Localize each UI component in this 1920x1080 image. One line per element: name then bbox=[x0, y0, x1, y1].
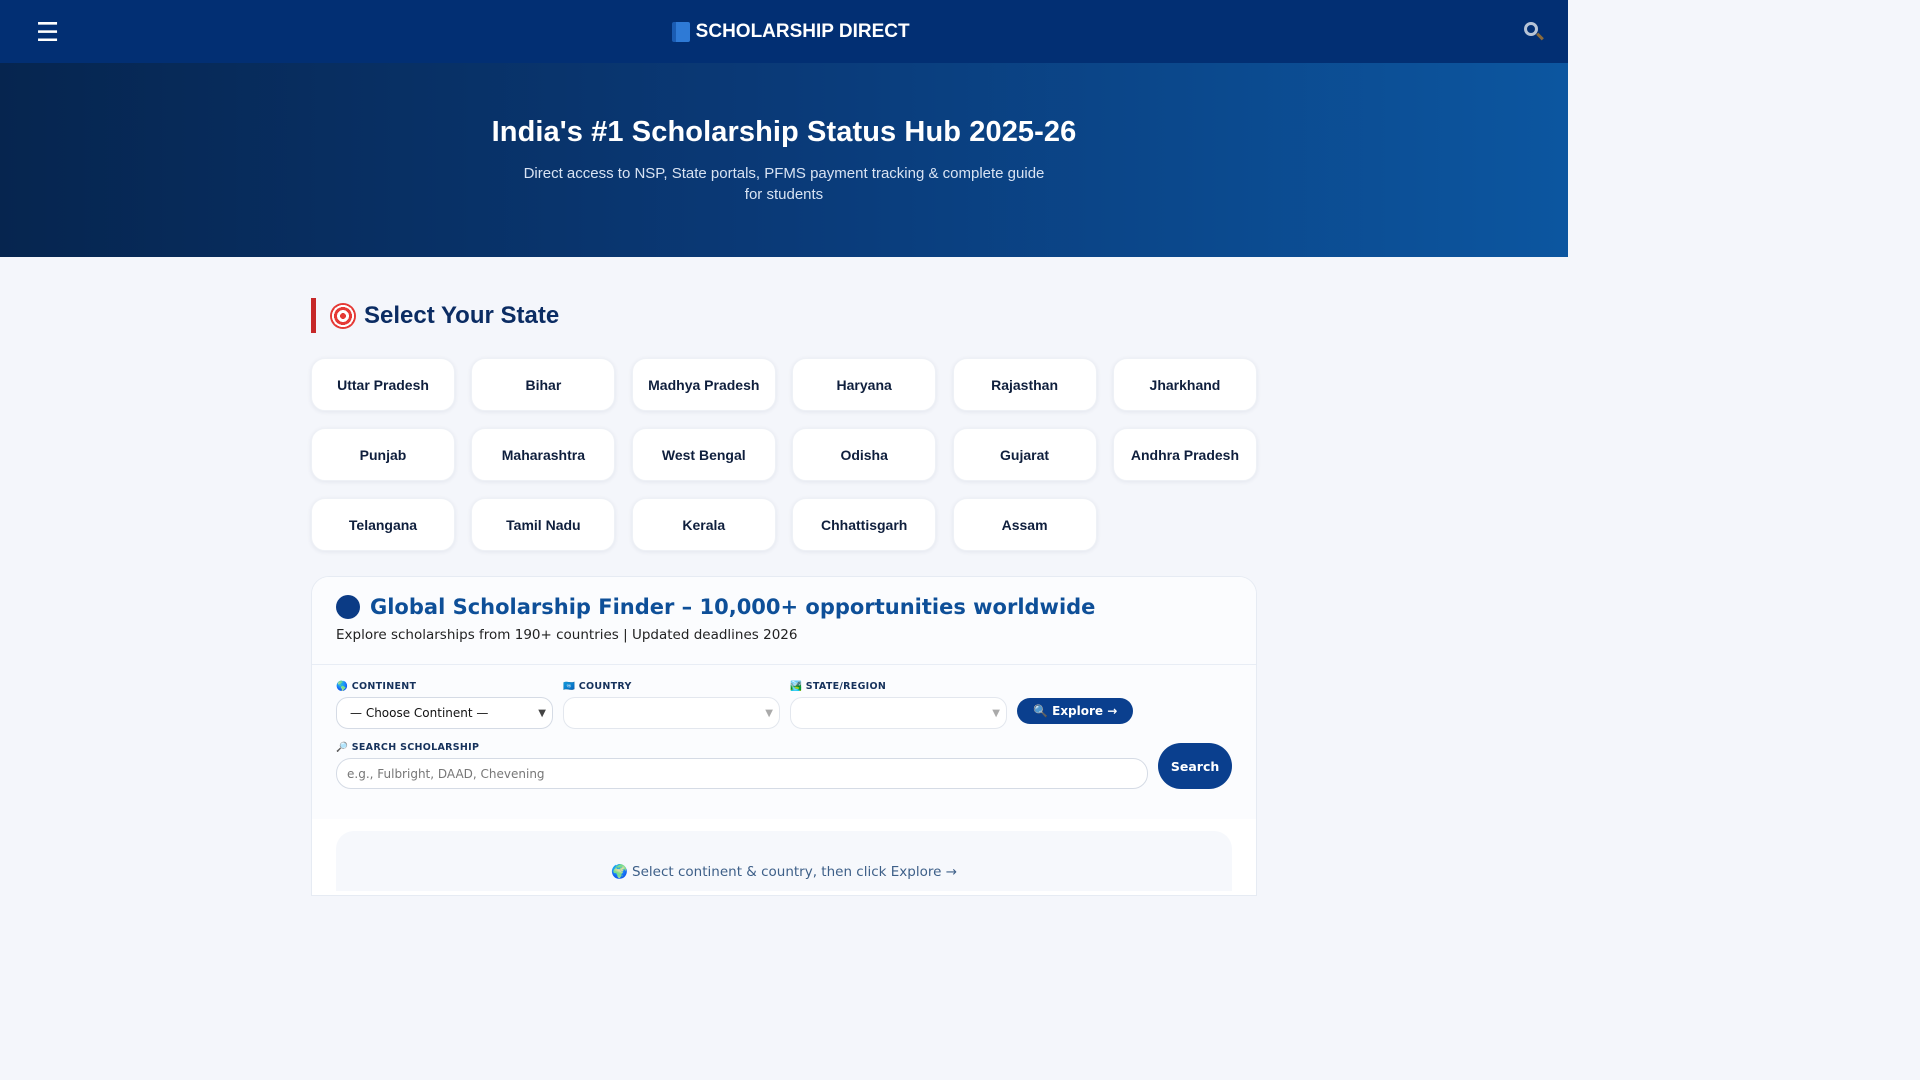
state-card[interactable]: Gujarat bbox=[952, 428, 1097, 481]
search-scholarship-label: 🔎 SEARCH SCHOLARSHIP bbox=[336, 742, 480, 753]
chevron-down-icon: ▼ bbox=[992, 707, 1000, 719]
main-content: Select Your State Uttar Pradesh Bihar Ma… bbox=[311, 257, 1257, 896]
continent-select-value: — Choose Continent — bbox=[350, 706, 489, 720]
finder-subtitle: Explore scholarships from 190+ countries… bbox=[336, 627, 798, 643]
state-grid: Uttar Pradesh Bihar Madhya Pradesh Harya… bbox=[311, 358, 1257, 551]
state-region-select[interactable]: ▼ bbox=[790, 697, 1007, 729]
results-placeholder: 🌍 Select continent & country, then click… bbox=[336, 831, 1232, 891]
finder-title: Global Scholarship Finder – 10,000+ oppo… bbox=[336, 595, 1232, 619]
state-card[interactable]: Telangana bbox=[311, 498, 455, 551]
target-icon bbox=[330, 302, 356, 329]
state-card[interactable]: Punjab bbox=[311, 428, 455, 481]
section-title-text: Select Your State bbox=[364, 301, 560, 329]
state-card[interactable]: Chhattisgarh bbox=[792, 498, 937, 551]
hero-title: India's #1 Scholarship Status Hub 2025-2… bbox=[491, 116, 1077, 148]
state-card[interactable]: Madhya Pradesh bbox=[631, 358, 776, 411]
chevron-down-icon: ▼ bbox=[765, 707, 773, 719]
state-card[interactable]: Jharkhand bbox=[1112, 358, 1257, 411]
menu-icon[interactable]: ☰ bbox=[36, 19, 59, 45]
scholarship-search-input[interactable]: e.g., Fulbright, DAAD, Chevening bbox=[336, 758, 1149, 789]
continent-label: 🌎 CONTINENT bbox=[336, 681, 417, 692]
finder-form: 🌎 CONTINENT — Choose Continent — ▼ 🇺🇳 CO… bbox=[312, 665, 1256, 819]
explore-button[interactable]: 🔍 Explore → bbox=[1017, 698, 1134, 724]
state-card[interactable]: Haryana bbox=[792, 358, 937, 411]
state-card[interactable]: Bihar bbox=[471, 358, 616, 411]
state-card[interactable]: Tamil Nadu bbox=[471, 498, 616, 551]
search-icon[interactable] bbox=[1522, 20, 1546, 44]
hero-subtitle: Direct access to NSP, State portals, PFM… bbox=[523, 165, 1045, 203]
country-label: 🇺🇳 COUNTRY bbox=[563, 681, 632, 692]
state-card[interactable]: Rajasthan bbox=[952, 358, 1097, 411]
top-navbar: ☰ SCHOLARSHIP DIRECT bbox=[0, 0, 1568, 63]
brand-name: SCHOLARSHIP DIRECT bbox=[695, 20, 910, 42]
book-icon bbox=[671, 21, 690, 42]
state-card[interactable]: Odisha bbox=[792, 428, 937, 481]
continent-select[interactable]: — Choose Continent — ▼ bbox=[336, 697, 553, 729]
search-button[interactable]: Search bbox=[1158, 743, 1232, 789]
brand-logo[interactable]: SCHOLARSHIP DIRECT bbox=[671, 20, 910, 43]
state-card[interactable]: West Bengal bbox=[631, 428, 776, 481]
state-card[interactable]: Maharashtra bbox=[471, 428, 616, 481]
country-select[interactable]: ▼ bbox=[563, 697, 780, 729]
hero-banner: India's #1 Scholarship Status Hub 2025-2… bbox=[0, 63, 1568, 257]
state-card[interactable]: Andhra Pradesh bbox=[1112, 428, 1257, 481]
state-card[interactable]: Kerala bbox=[631, 498, 776, 551]
globe-icon bbox=[336, 595, 360, 619]
chevron-down-icon: ▼ bbox=[538, 707, 546, 719]
global-finder-panel: Global Scholarship Finder – 10,000+ oppo… bbox=[311, 576, 1257, 896]
finder-title-text: Global Scholarship Finder – 10,000+ oppo… bbox=[370, 595, 1096, 619]
state-card[interactable]: Uttar Pradesh bbox=[311, 358, 455, 411]
state-card[interactable]: Assam bbox=[952, 498, 1097, 551]
state-region-label: 🏞️ STATE/REGION bbox=[790, 681, 887, 692]
section-title: Select Your State bbox=[311, 298, 1257, 333]
finder-header: Global Scholarship Finder – 10,000+ oppo… bbox=[312, 577, 1256, 665]
